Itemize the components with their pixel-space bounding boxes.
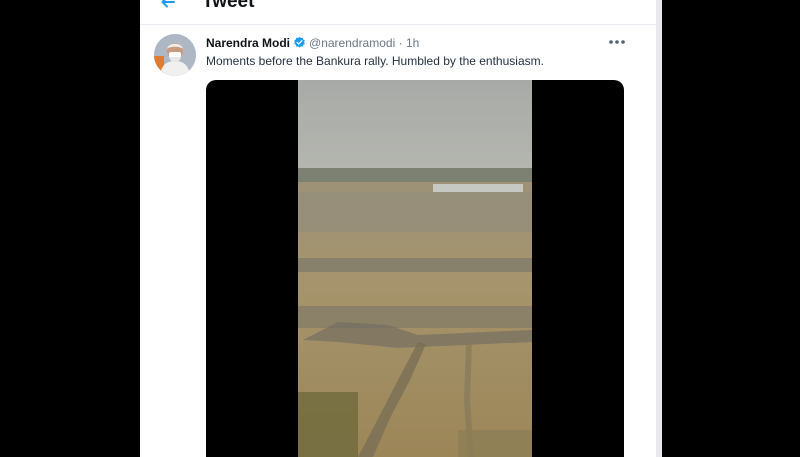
- tweet-panel: Tweet Narendra Modi @narendramodi · 1h M…: [140, 0, 656, 457]
- tweet-text: Moments before the Bankura rally. Humble…: [206, 54, 544, 68]
- page-scroll-strip: [656, 0, 662, 457]
- page-title: Tweet: [202, 0, 255, 12]
- author-handle[interactable]: @narendramodi: [309, 36, 395, 50]
- avatar-image: [154, 34, 196, 76]
- author-line: Narendra Modi @narendramodi · 1h: [206, 36, 419, 50]
- back-arrow-icon[interactable]: [160, 0, 176, 10]
- verified-badge-icon: [294, 36, 305, 48]
- tweet-header: Tweet: [140, 0, 656, 25]
- separator-dot: ·: [398, 36, 403, 50]
- tweet-time[interactable]: 1h: [406, 36, 419, 50]
- tweet-video[interactable]: [206, 80, 624, 457]
- author-name[interactable]: Narendra Modi: [206, 36, 290, 50]
- avatar[interactable]: [154, 34, 196, 76]
- more-options-icon[interactable]: [608, 36, 626, 48]
- video-frame: [298, 80, 532, 457]
